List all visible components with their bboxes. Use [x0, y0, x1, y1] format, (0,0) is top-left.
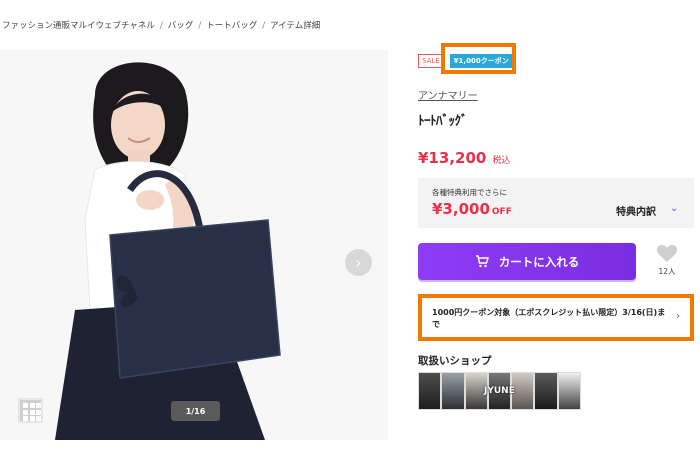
cart-icon	[475, 255, 489, 268]
breadcrumb: ファッション通販マルイウェブチャネル / バッグ / トートバッグ / アイテム詳細	[2, 19, 320, 31]
shop-thumbnails	[418, 372, 582, 410]
chevron-right-icon: ›	[676, 311, 680, 322]
breadcrumb-separator: /	[198, 21, 202, 31]
benefit-off-label: OFF	[491, 207, 512, 217]
grid-view-button[interactable]	[18, 398, 43, 423]
next-image-button[interactable]: ›	[345, 249, 372, 276]
breadcrumb-separator: /	[159, 21, 163, 31]
grid-icon	[23, 403, 28, 408]
shop-thumbnail[interactable]	[557, 372, 582, 410]
breadcrumb-item-tote[interactable]: トートバッグ	[206, 19, 257, 31]
product-price: ¥13,200 税込	[418, 149, 510, 167]
breadcrumb-item-bags[interactable]: バッグ	[168, 19, 194, 31]
product-gallery: › 1/16	[0, 50, 388, 440]
coupon-badge: ¥1,000クーポン	[449, 54, 513, 68]
heart-icon	[657, 245, 677, 262]
image-counter: 1/16	[171, 401, 220, 421]
breadcrumb-item-current: アイテム詳細	[270, 21, 321, 31]
shop-thumbnail[interactable]	[418, 372, 442, 410]
sale-badge: SALE	[418, 54, 444, 68]
brand-link[interactable]: アンナマリー	[418, 87, 478, 102]
add-to-cart-button[interactable]: カートに入れる	[418, 243, 636, 280]
shop-thumbnail[interactable]	[487, 372, 512, 410]
tax-label: 税込	[492, 156, 511, 166]
chevron-down-icon[interactable]: ⌄	[670, 203, 678, 214]
benefit-caption: 各種特典利用でさらに	[432, 188, 507, 197]
favorite-button[interactable]	[655, 244, 679, 267]
add-to-cart-label: カートに入れる	[498, 254, 580, 269]
shop-thumbnail[interactable]	[511, 372, 535, 410]
benefit-amount: ¥3,000 OFF	[432, 200, 512, 218]
price-value: ¥13,200	[418, 149, 487, 167]
breadcrumb-separator: /	[262, 21, 266, 31]
shops-heading: 取扱いショップ	[418, 355, 492, 367]
shop-thumbnail[interactable]	[534, 372, 558, 410]
breadcrumb-item-home[interactable]: ファッション通販マルイウェブチャネル	[2, 19, 155, 31]
coupon-notice-text: 1000円クーポン対象（エポスクレジット払い限定）3/16(日)まで	[432, 308, 666, 329]
shop-thumbnail[interactable]	[441, 372, 465, 410]
product-title: ﾄｰﾄﾊﾞｯｸﾞ	[418, 114, 468, 129]
favorite-count: 12人	[658, 267, 676, 276]
benefit-panel: 各種特典利用でさらに ¥3,000 OFF 特典内訳 ⌄	[418, 178, 694, 228]
benefit-detail-toggle[interactable]: 特典内訳	[616, 203, 656, 218]
chevron-right-icon: ›	[355, 253, 362, 272]
coupon-notice-link[interactable]: 1000円クーポン対象（エポスクレジット払い限定）3/16(日)まで ›	[418, 294, 694, 341]
shop-thumbnail[interactable]	[464, 372, 488, 410]
product-photo[interactable]	[0, 50, 388, 440]
badges: SALE ¥1,000クーポン	[418, 54, 513, 68]
benefit-amount-value: ¥3,000	[432, 200, 490, 218]
